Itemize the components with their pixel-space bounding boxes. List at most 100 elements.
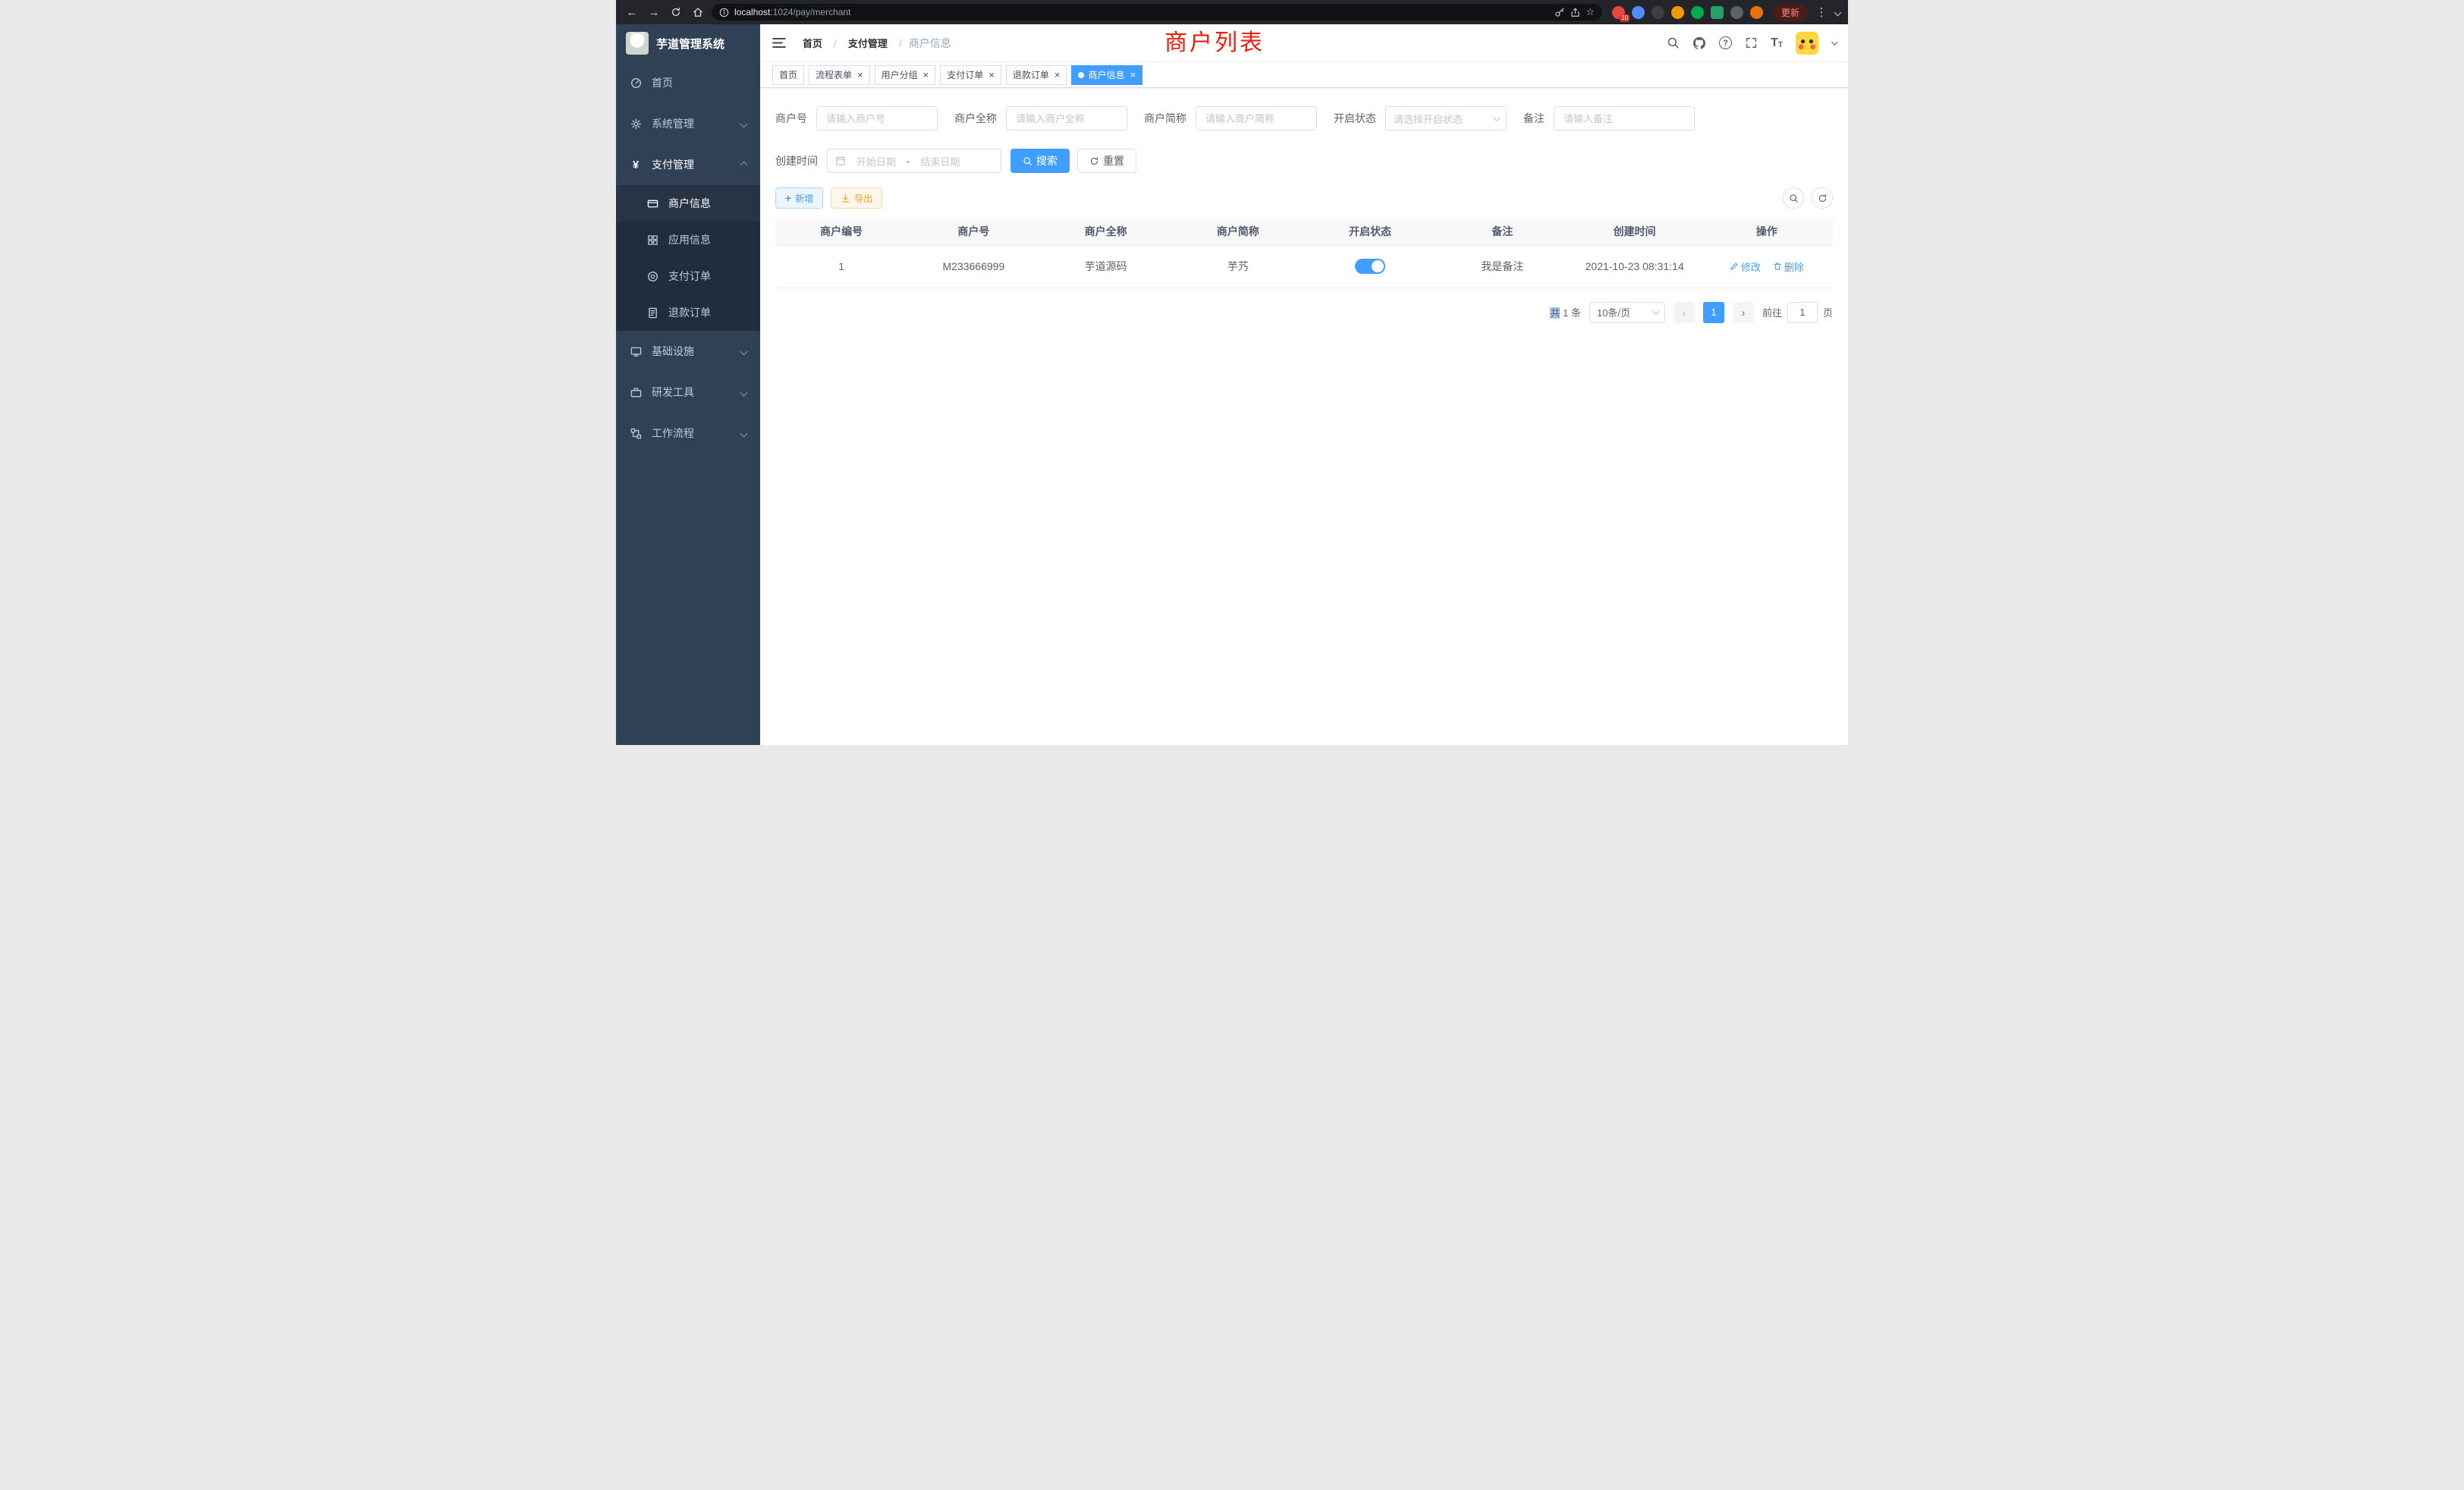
breadcrumb-payment[interactable]: 支付管理 bbox=[848, 36, 888, 50]
sidebar-item-infrastructure[interactable]: 基础设施 bbox=[616, 331, 760, 372]
close-icon[interactable]: × bbox=[988, 70, 995, 80]
tab-process-form[interactable]: 流程表单× bbox=[809, 65, 870, 85]
github-icon[interactable] bbox=[1692, 36, 1706, 50]
status-select[interactable]: 请选择开启状态 bbox=[1385, 106, 1507, 130]
status-toggle[interactable] bbox=[1355, 259, 1385, 274]
user-avatar[interactable] bbox=[1796, 32, 1818, 55]
extension-icon[interactable] bbox=[1691, 6, 1704, 19]
dashboard-icon bbox=[630, 77, 642, 89]
create-time-label: 创建时间 bbox=[775, 153, 818, 168]
extension-icon[interactable] bbox=[1652, 6, 1664, 19]
extension-badge: 10 bbox=[1620, 14, 1630, 22]
extension-icon[interactable] bbox=[1632, 6, 1645, 19]
short-name-input[interactable] bbox=[1196, 106, 1317, 130]
table-toolbar: + 新增 导出 bbox=[775, 187, 1833, 209]
extension-icon[interactable] bbox=[1711, 6, 1724, 19]
help-icon[interactable]: ? bbox=[1719, 36, 1732, 49]
app-logo[interactable]: 芋道管理系统 bbox=[616, 24, 760, 62]
browser-toolbar: ← → localhost:1024/pay/merchant ☆ 10 bbox=[616, 0, 1848, 24]
browser-menu-icon[interactable]: ⋮ bbox=[1813, 4, 1830, 20]
next-page-button[interactable]: › bbox=[1733, 302, 1754, 323]
extension-icon[interactable] bbox=[1730, 6, 1743, 19]
tabs-bar: 首页 流程表单× 用户分组× 支付订单× 退款订单× 商户信息× bbox=[760, 62, 1848, 88]
fullscreen-icon[interactable] bbox=[1745, 36, 1758, 49]
create-time-range-picker[interactable]: 开始日期 - 结束日期 bbox=[827, 149, 1001, 173]
prev-page-button[interactable]: ‹ bbox=[1674, 302, 1695, 323]
password-key-icon[interactable] bbox=[1554, 7, 1565, 17]
page-number-button[interactable]: 1 bbox=[1703, 302, 1724, 323]
remark-input[interactable] bbox=[1554, 106, 1695, 130]
plus-icon: + bbox=[785, 193, 791, 203]
extension-icon[interactable] bbox=[1750, 6, 1763, 19]
full-name-label: 商户全称 bbox=[954, 111, 997, 126]
delete-link[interactable]: 删除 bbox=[1773, 259, 1804, 274]
screen: ← → localhost:1024/pay/merchant ☆ 10 bbox=[616, 0, 1848, 745]
refresh-table-icon[interactable] bbox=[1812, 187, 1833, 209]
sidebar-item-payment-orders[interactable]: 支付订单 bbox=[616, 258, 760, 294]
user-menu-caret-icon[interactable] bbox=[1831, 39, 1837, 45]
browser-update-button[interactable]: 更新 bbox=[1773, 4, 1808, 21]
goto-page-input[interactable] bbox=[1787, 302, 1818, 323]
annotation-merchant-list: 商户列表 bbox=[1164, 30, 1265, 57]
end-date-placeholder: 结束日期 bbox=[920, 154, 960, 168]
sidebar-item-refund-orders[interactable]: 退款订单 bbox=[616, 294, 760, 331]
toolbar-caret-icon[interactable] bbox=[1834, 8, 1842, 16]
chevron-up-icon bbox=[740, 161, 748, 168]
column-actions: 操作 bbox=[1701, 218, 1833, 245]
extension-icon[interactable] bbox=[1671, 6, 1684, 19]
tab-refund-orders[interactable]: 退款订单× bbox=[1006, 65, 1067, 85]
extension-icon[interactable]: 10 bbox=[1612, 6, 1625, 19]
sidebar-item-system[interactable]: 系统管理 bbox=[616, 103, 760, 144]
close-icon[interactable]: × bbox=[1130, 70, 1136, 80]
share-icon[interactable] bbox=[1570, 8, 1580, 17]
column-merchant-no: 商户号 bbox=[907, 218, 1039, 245]
toggle-search-icon[interactable] bbox=[1783, 187, 1804, 209]
filter-form-row-1: 商户号 商户全称 商户简称 开启状态 请选择开启状态 bbox=[775, 106, 1833, 130]
reload-icon[interactable] bbox=[668, 4, 684, 20]
sidebar-toggle-icon[interactable] bbox=[772, 37, 786, 49]
back-icon[interactable]: ← bbox=[624, 4, 640, 20]
sidebar-item-workflow[interactable]: 工作流程 bbox=[616, 413, 760, 454]
reset-button[interactable]: 重置 bbox=[1077, 149, 1136, 173]
site-info-icon[interactable] bbox=[719, 8, 729, 17]
breadcrumb-home[interactable]: 首页 bbox=[803, 36, 822, 50]
forward-icon[interactable]: → bbox=[646, 4, 662, 20]
header-search-icon[interactable] bbox=[1667, 36, 1680, 49]
grid-icon bbox=[646, 234, 658, 246]
close-icon[interactable]: × bbox=[923, 70, 929, 80]
tab-merchant-info[interactable]: 商户信息× bbox=[1071, 65, 1142, 85]
export-button[interactable]: 导出 bbox=[831, 187, 882, 209]
short-name-label: 商户简称 bbox=[1144, 111, 1186, 126]
logo-avatar-image bbox=[626, 32, 649, 55]
close-icon[interactable]: × bbox=[857, 70, 863, 80]
sidebar-item-app-info[interactable]: 应用信息 bbox=[616, 222, 760, 258]
close-icon[interactable]: × bbox=[1054, 70, 1061, 80]
full-name-input[interactable] bbox=[1006, 106, 1127, 130]
tab-home[interactable]: 首页 bbox=[772, 65, 804, 85]
yen-icon: ¥ bbox=[630, 159, 642, 171]
add-button[interactable]: + 新增 bbox=[775, 187, 823, 209]
tab-payment-orders[interactable]: 支付订单× bbox=[940, 65, 1001, 85]
tab-user-group[interactable]: 用户分组× bbox=[875, 65, 936, 85]
sidebar-item-home[interactable]: 首页 bbox=[616, 62, 760, 103]
column-create-time: 创建时间 bbox=[1569, 218, 1701, 245]
edit-link[interactable]: 修改 bbox=[1730, 259, 1761, 274]
cell-merchant-id: 1 bbox=[775, 245, 907, 288]
filter-form-row-2: 创建时间 开始日期 - 结束日期 搜索 bbox=[775, 149, 1833, 173]
font-size-icon[interactable]: TT bbox=[1771, 37, 1783, 49]
address-bar[interactable]: localhost:1024/pay/merchant ☆ bbox=[712, 4, 1602, 20]
column-merchant-id: 商户编号 bbox=[775, 218, 907, 245]
search-button[interactable]: 搜索 bbox=[1010, 149, 1070, 173]
cell-create-time: 2021-10-23 08:31:14 bbox=[1569, 245, 1701, 288]
page-size-select[interactable]: 10条/页 bbox=[1589, 302, 1665, 323]
app-title: 芋道管理系统 bbox=[656, 36, 724, 52]
home-icon[interactable] bbox=[690, 4, 706, 20]
cell-remark: 我是备注 bbox=[1436, 245, 1568, 288]
bank-card-icon bbox=[646, 198, 658, 209]
sidebar-item-payment[interactable]: ¥ 支付管理 bbox=[616, 144, 760, 185]
sidebar-item-merchant-info[interactable]: 商户信息 bbox=[616, 185, 760, 222]
breadcrumb-separator: / bbox=[834, 37, 837, 49]
bookmark-star-icon[interactable]: ☆ bbox=[1586, 6, 1595, 18]
sidebar-item-dev-tools[interactable]: 研发工具 bbox=[616, 372, 760, 413]
merchant-no-input[interactable] bbox=[816, 106, 938, 130]
